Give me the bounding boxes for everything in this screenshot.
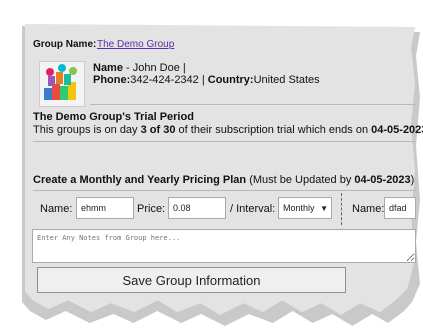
- price-input[interactable]: [168, 197, 226, 219]
- trial-title: The Demo Group's Trial Period: [33, 111, 194, 123]
- pricing-note-post: ): [410, 174, 415, 186]
- group-avatar: [39, 61, 85, 107]
- plan-name-label: Name:: [40, 203, 73, 215]
- phone-value: 342-424-2342 |: [130, 74, 205, 86]
- pricing-note-date: 04-05-2023: [354, 174, 411, 186]
- divider: [90, 104, 416, 105]
- interval-label: / Interval:: [230, 203, 276, 215]
- plan-divider: [341, 193, 342, 225]
- pricing-note-pre: (Must be Updated by: [246, 174, 355, 186]
- plan2-name-label: Name:: [352, 203, 385, 215]
- plan2-name-input[interactable]: [384, 197, 416, 219]
- trial-day-count: 3 of 30: [140, 124, 176, 136]
- divider: [33, 190, 416, 191]
- save-group-button[interactable]: Save Group Information: [37, 267, 346, 293]
- notes-textarea[interactable]: [32, 229, 416, 263]
- price-label: Price:: [137, 203, 166, 215]
- contact-name-label: Name: [93, 62, 123, 74]
- plan-name-input[interactable]: [76, 197, 134, 219]
- pricing-title: Create a Monthly and Yearly Pricing Plan: [33, 174, 247, 186]
- contact-details-line: Phone:342-424-2342 | Country:United Stat…: [93, 74, 320, 86]
- trial-text: This groups is on day 3 of 30 of their s…: [33, 124, 423, 136]
- interval-selected-value: Monthly: [283, 203, 315, 213]
- country-value: United States: [253, 74, 320, 86]
- contact-name-value: - John Doe |: [126, 62, 186, 74]
- group-name-link[interactable]: The Demo Group: [97, 39, 174, 50]
- interval-select[interactable]: Monthly ▼: [278, 197, 332, 219]
- country-label: Country:: [207, 74, 254, 86]
- group-name-label: Group Name:: [33, 39, 97, 50]
- trial-text-mid: of their subscription trial which ends o…: [175, 124, 372, 136]
- trial-end-date: 04-05-2023: [371, 124, 423, 136]
- phone-label: Phone:: [93, 74, 131, 86]
- chevron-down-icon: ▼: [320, 203, 328, 213]
- contact-name-line: Name - John Doe |: [93, 62, 186, 74]
- trial-text-pre: This groups is on day: [33, 124, 141, 136]
- divider: [33, 141, 416, 142]
- pricing-heading: Create a Monthly and Yearly Pricing Plan…: [33, 174, 414, 186]
